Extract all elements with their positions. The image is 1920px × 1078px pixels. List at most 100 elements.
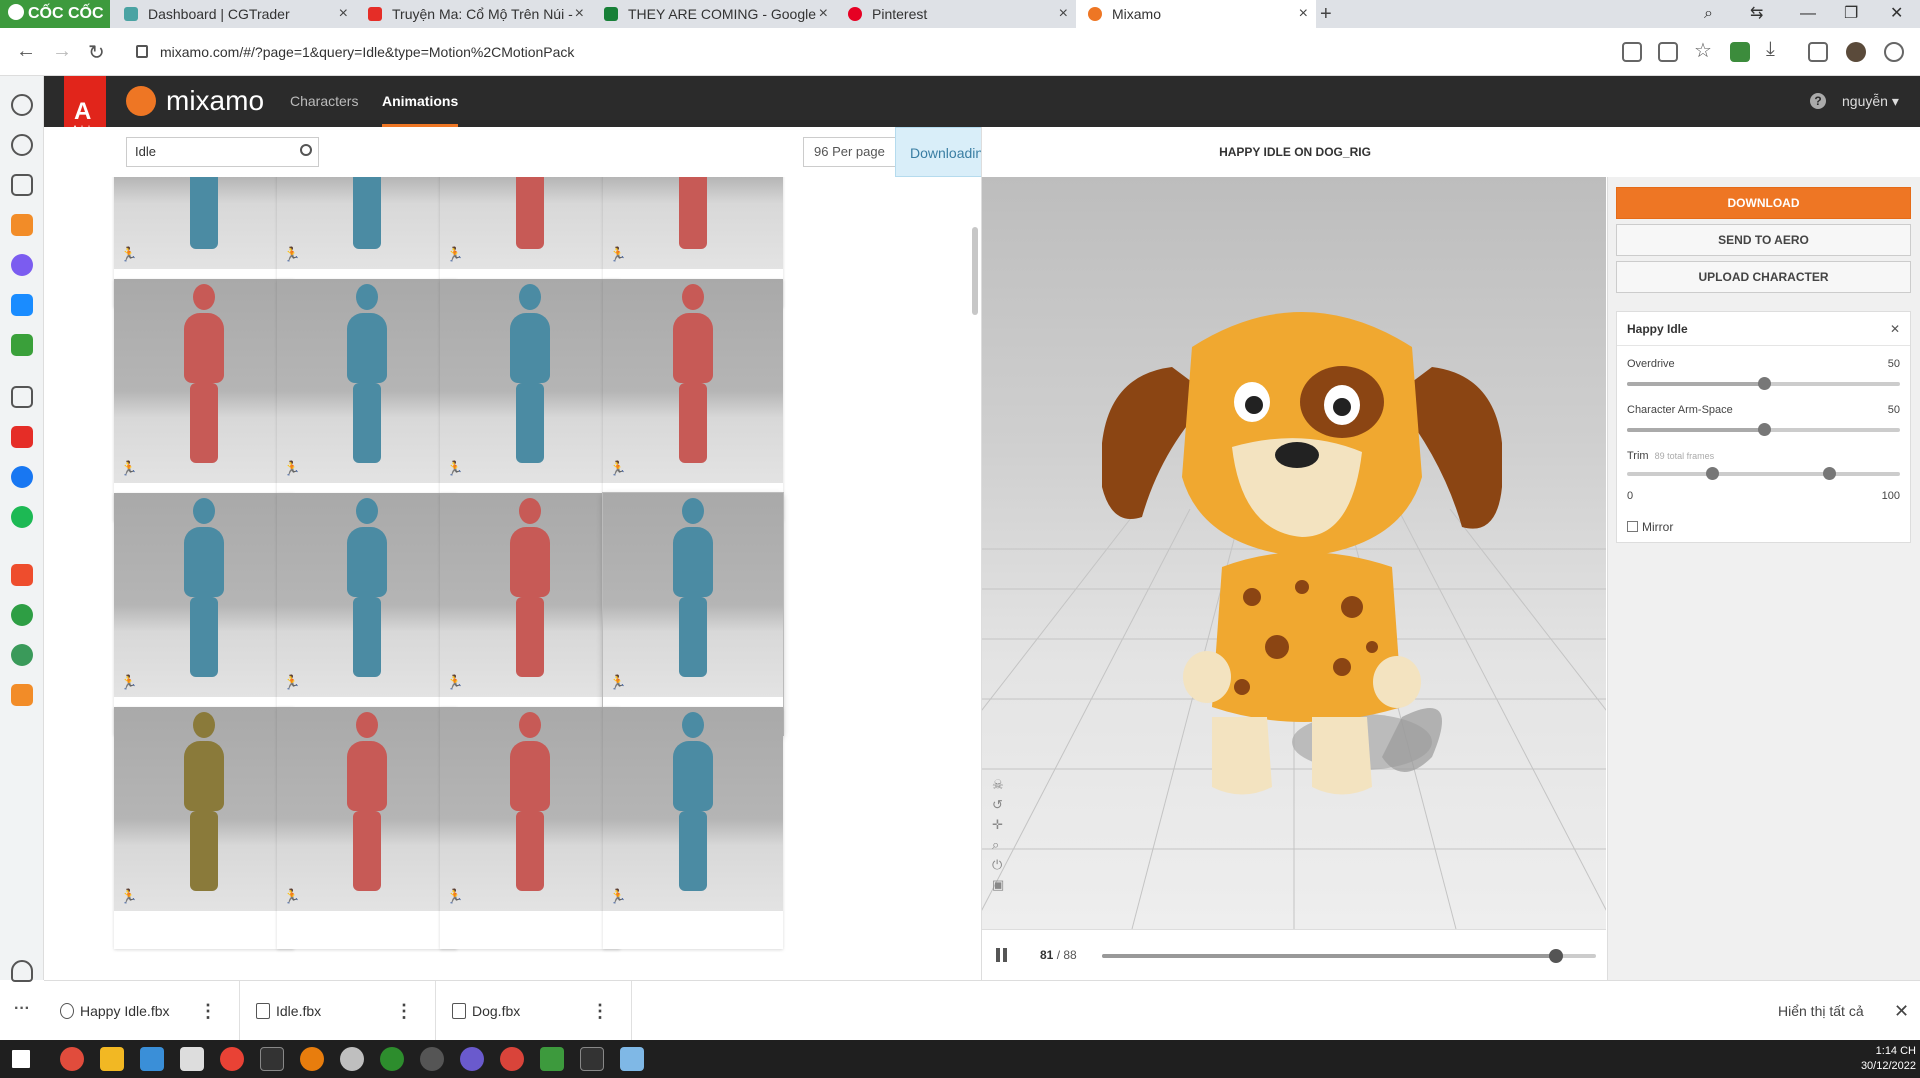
messenger-icon[interactable] (11, 254, 33, 276)
back-icon[interactable]: ← (16, 40, 36, 63)
app-s-icon[interactable] (60, 1047, 84, 1071)
mixamo-logo[interactable]: mixamo (126, 86, 264, 116)
browser-brand-logo[interactable]: CỐC CỐC (0, 0, 110, 28)
back-forward-cache-icon[interactable]: ⇆ (1750, 0, 1763, 28)
tab-search-icon[interactable]: ⌕ (1704, 0, 1713, 28)
app-w-icon[interactable] (460, 1047, 484, 1071)
facebook-icon[interactable] (11, 466, 33, 488)
extension-green-icon[interactable] (1730, 42, 1750, 62)
spotify-icon[interactable] (11, 506, 33, 528)
animation-card[interactable]: 🏃Idle (440, 279, 620, 521)
overdrive-knob[interactable] (1757, 377, 1771, 390)
pause-icon[interactable] (996, 948, 1008, 962)
shopee-icon[interactable] (11, 564, 33, 586)
app-m-icon[interactable] (140, 1047, 164, 1071)
mirror-checkbox[interactable]: Mirror (1627, 520, 1673, 534)
minimize-icon[interactable]: — (1800, 0, 1816, 28)
animation-card[interactable]: 🏃Kneeling Idle (114, 279, 294, 521)
animation-card[interactable]: 🏃Sad Idle (114, 493, 294, 735)
tab-mixamo[interactable]: Mixamo × (1076, 0, 1316, 28)
app-cloud-icon[interactable] (340, 1047, 364, 1071)
app-chat-icon[interactable] (500, 1047, 524, 1071)
zoom-icon[interactable]: ⌕ (992, 837, 1010, 857)
url-field[interactable]: mixamo.com/#/?page=1&query=Idle&type=Mot… (132, 36, 1612, 68)
forward-icon[interactable]: → (52, 40, 72, 63)
reading-list-icon[interactable] (11, 174, 33, 196)
nav-characters[interactable]: Characters (290, 76, 358, 127)
upwork-icon[interactable] (380, 1047, 404, 1071)
download-icon[interactable]: ⤓ (1766, 38, 1775, 61)
window-close-icon[interactable]: ✕ (1890, 0, 1903, 28)
download-item[interactable]: Idle.fbx ⋮ (240, 981, 436, 1041)
profile-avatar-icon[interactable] (1846, 42, 1866, 62)
3d-viewport[interactable]: ☠ ↺ ✛ ⌕ ⏻ ▣ (982, 177, 1606, 929)
history-icon[interactable] (11, 134, 33, 156)
close-shelf-icon[interactable]: ✕ (1894, 981, 1909, 1041)
coccoc-taskbar-icon[interactable] (540, 1047, 564, 1071)
more-options-icon[interactable]: ⋮ (591, 981, 609, 1041)
translate-icon[interactable] (1622, 42, 1642, 62)
tab-cgtrader[interactable]: Dashboard | CGTrader × (112, 0, 356, 28)
settings-gear-icon[interactable] (11, 94, 33, 116)
download-item[interactable]: Happy Idle.fbx ⋮ (44, 981, 240, 1041)
timeline-scrubber[interactable] (1549, 949, 1564, 963)
send-to-aero-button[interactable]: SEND TO AERO (1616, 224, 1911, 256)
app-photo-icon[interactable] (180, 1047, 204, 1071)
settings-close-icon[interactable]: ✕ (1890, 312, 1900, 346)
camera-icon[interactable]: ▣ (992, 877, 1010, 897)
animation-card[interactable]: 🏃Happy Idle (603, 493, 783, 735)
tab-close-icon[interactable]: × (575, 0, 584, 28)
nav-animations[interactable]: Animations (382, 76, 459, 127)
windows-start-icon[interactable] (12, 1050, 30, 1068)
green-app-icon[interactable] (11, 604, 33, 626)
chrome-icon[interactable] (220, 1047, 244, 1071)
arm-space-slider[interactable] (1627, 423, 1900, 436)
unreal-icon[interactable] (260, 1047, 284, 1071)
file-explorer-icon[interactable] (100, 1047, 124, 1071)
tab-close-icon[interactable]: × (1299, 0, 1308, 28)
arm-space-knob[interactable] (1757, 423, 1771, 436)
reset-view-icon[interactable]: ⏻ (992, 857, 1010, 877)
help-icon[interactable]: ? (1810, 93, 1826, 109)
tab-close-icon[interactable]: × (1059, 0, 1068, 28)
game-controller-icon[interactable] (11, 334, 33, 356)
tab-close-icon[interactable]: × (819, 0, 828, 28)
animation-card[interactable]: 🏃 (603, 707, 783, 949)
animation-card[interactable]: 🏃 (440, 707, 620, 949)
upload-character-button[interactable]: UPLOAD CHARACTER (1616, 261, 1911, 293)
skeleton-icon[interactable]: ☠ (992, 777, 1010, 797)
animation-card[interactable]: 🏃 (114, 707, 294, 949)
search-input[interactable]: Idle (126, 137, 319, 167)
tab-google-sheets[interactable]: THEY ARE COMING - Google × (592, 0, 836, 28)
pan-icon[interactable]: ✛ (992, 817, 1010, 837)
more-options-icon[interactable]: ⋮ (199, 981, 217, 1041)
unreal-2-icon[interactable] (580, 1047, 604, 1071)
user-menu[interactable]: nguyễn ▾ (1842, 76, 1899, 127)
map-pin-icon[interactable] (11, 644, 33, 666)
more-options-icon[interactable]: ⋮ (395, 981, 413, 1041)
checkbox-box-icon[interactable] (1627, 521, 1638, 532)
tab-close-icon[interactable]: × (339, 0, 348, 28)
bookmark-star-icon[interactable]: ☆ (1694, 38, 1712, 63)
overdrive-slider[interactable] (1627, 377, 1900, 390)
github-icon[interactable] (420, 1047, 444, 1071)
store-icon[interactable] (11, 684, 33, 706)
share-icon[interactable] (1658, 42, 1678, 62)
youtube-icon[interactable] (11, 426, 33, 448)
trim-end-knob[interactable] (1823, 467, 1837, 480)
rotate-icon[interactable]: ↺ (992, 797, 1010, 817)
animation-card[interactable]: 🏃Neutral Idle (277, 493, 457, 735)
timeline-track[interactable] (1102, 949, 1596, 963)
results-scrollbar[interactable] (972, 227, 978, 315)
extensions-puzzle-icon[interactable] (1808, 42, 1828, 62)
browser-menu-icon[interactable] (1884, 42, 1904, 62)
blender-icon[interactable] (300, 1047, 324, 1071)
restore-icon[interactable]: ❐ (1844, 0, 1858, 28)
tab-youtube[interactable]: Truyện Ma: Cổ Mộ Trên Núi - × (356, 0, 592, 28)
animation-card[interactable]: 🏃 (277, 707, 457, 949)
add-icon[interactable] (11, 386, 33, 408)
zalo-icon[interactable] (11, 294, 33, 316)
crown-icon[interactable] (11, 214, 33, 236)
reload-icon[interactable]: ↻ (88, 40, 105, 65)
trim-start-knob[interactable] (1705, 467, 1719, 480)
